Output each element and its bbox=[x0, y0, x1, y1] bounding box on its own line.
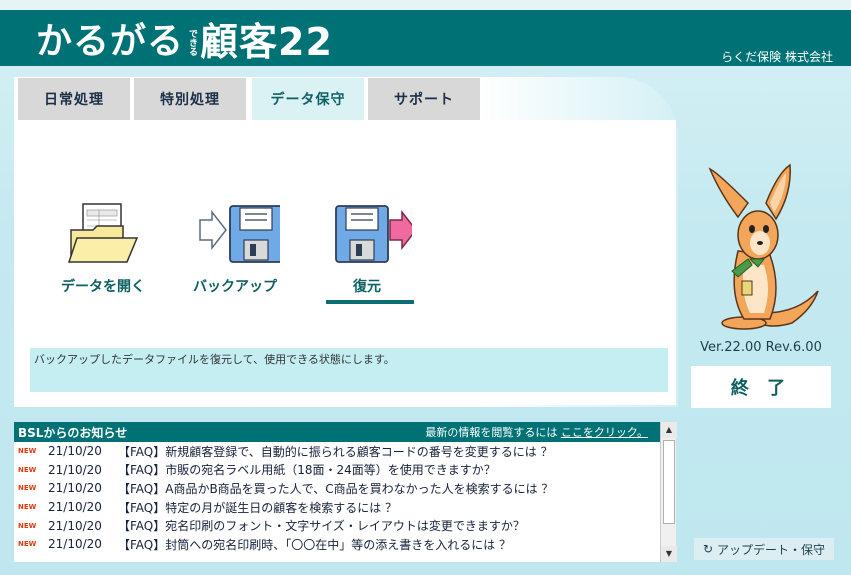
news-more-link[interactable]: ここをクリック。 bbox=[561, 426, 648, 439]
tab-data-maintenance[interactable]: データ保守 bbox=[252, 78, 366, 120]
restore-button[interactable]: 復元 bbox=[312, 200, 422, 310]
news-item-title: 【FAQ】封筒への宛名印刷時、「〇〇在中」等の添え書きを入れるには ？ bbox=[118, 537, 512, 552]
company-name: らくだ保険 株式会社 bbox=[721, 50, 833, 64]
new-badge: NEW bbox=[18, 447, 37, 456]
news-item-title: 【FAQ】市販の宛名ラベル用紙（18面・24面等）を使用できますか？ bbox=[118, 463, 496, 478]
news-item-title: 【FAQ】特定の月が誕生日の顧客を検索するには ？ bbox=[118, 500, 398, 515]
news-link-prefix: 最新の情報を閲覧するには bbox=[425, 426, 558, 439]
update-label: アップデート・保守 bbox=[717, 542, 826, 557]
app-logo: かるがる できる 顧客22 bbox=[36, 20, 333, 64]
kangaroo-mascot-icon bbox=[708, 163, 819, 330]
version-text: Ver.22.00 Rev.6.00 bbox=[700, 340, 822, 355]
backup-label: バックアップ bbox=[193, 279, 277, 295]
new-badge: NEW bbox=[18, 521, 37, 530]
new-badge: NEW bbox=[18, 465, 37, 474]
backup-disk-icon bbox=[199, 205, 280, 263]
news-header: BSLからのお知らせ 最新の情報を閲覧するには ここをクリック。 bbox=[14, 422, 660, 442]
news-date: 21/10/20 bbox=[48, 537, 102, 552]
backup-button[interactable]: バックアップ bbox=[180, 200, 290, 310]
restore-label: 復元 bbox=[353, 279, 381, 295]
new-badge: NEW bbox=[18, 540, 37, 549]
logo-kana: かるがる bbox=[36, 21, 185, 62]
tab-special[interactable]: 特別処理 bbox=[134, 78, 248, 120]
tab-support[interactable]: サポート bbox=[368, 78, 482, 120]
new-badge: NEW bbox=[18, 503, 37, 512]
news-item-title: 【FAQ】新規顧客登録で、自動的に振られる顧客コードの番号を変更するには ？ bbox=[118, 444, 553, 459]
news-date: 21/10/20 bbox=[48, 444, 102, 459]
scroll-down-icon[interactable]: ▼ bbox=[661, 546, 677, 562]
open-data-label: データを開く bbox=[61, 279, 145, 295]
news-date: 21/10/20 bbox=[48, 481, 102, 496]
open-data-button[interactable]: データを開く bbox=[48, 200, 158, 310]
restore-selected-indicator bbox=[326, 300, 414, 304]
news-item[interactable]: NEW 21/10/20 【FAQ】A商品かB商品を買った人で、C商品を買わなか… bbox=[14, 479, 660, 498]
news-item[interactable]: NEW 21/10/20 【FAQ】封筒への宛名印刷時、「〇〇在中」等の添え書き… bbox=[14, 535, 660, 554]
news-date: 21/10/20 bbox=[48, 462, 102, 477]
news-date: 21/10/20 bbox=[48, 500, 102, 515]
news-item[interactable]: NEW 21/10/20 【FAQ】宛名印刷のフォント・文字サイズ・レイアウトは… bbox=[14, 516, 660, 535]
logo-dekiru: できる bbox=[187, 28, 198, 56]
app-header: かるがる できる 顧客22 らくだ保険 株式会社 bbox=[0, 10, 851, 66]
news-date: 21/10/20 bbox=[48, 518, 102, 533]
refresh-icon: ↻ bbox=[702, 542, 714, 556]
new-badge: NEW bbox=[18, 484, 37, 493]
exit-button[interactable]: 終 了 bbox=[691, 366, 831, 408]
news-scrollbar[interactable]: ▲ ▼ bbox=[660, 422, 677, 562]
function-description: バックアップしたデータファイルを復元して、使用できる状態にします。 bbox=[30, 348, 668, 392]
news-item[interactable]: NEW 21/10/20 【FAQ】新規顧客登録で、自動的に振られる顧客コードの… bbox=[14, 442, 660, 461]
news-item[interactable]: NEW 21/10/20 【FAQ】市販の宛名ラベル用紙（18面・24面等）を使… bbox=[14, 461, 660, 480]
restore-disk-icon bbox=[335, 205, 412, 263]
update-maintenance-button[interactable]: ↻ アップデート・保守 bbox=[694, 538, 834, 560]
scroll-up-icon[interactable]: ▲ bbox=[661, 422, 677, 438]
news-item[interactable]: NEW 21/10/20 【FAQ】特定の月が誕生日の顧客を検索するには ？ bbox=[14, 498, 660, 517]
open-folder-icon bbox=[67, 203, 139, 263]
news-link-wrap: 最新の情報を閲覧するには ここをクリック。 bbox=[425, 424, 648, 440]
news-item-title: 【FAQ】A商品かB商品を買った人で、C商品を買わなかった人を検索するには ？ bbox=[118, 481, 554, 496]
scroll-thumb[interactable] bbox=[663, 440, 675, 524]
news-title: BSLからのお知らせ bbox=[18, 425, 128, 440]
tab-daily[interactable]: 日常処理 bbox=[18, 78, 132, 120]
logo-kanji: 顧客22 bbox=[200, 20, 333, 64]
news-list: NEW 21/10/20 【FAQ】新規顧客登録で、自動的に振られる顧客コードの… bbox=[14, 442, 660, 562]
top-strip bbox=[0, 0, 851, 10]
news-item-title: 【FAQ】宛名印刷のフォント・文字サイズ・レイアウトは変更できますか？ bbox=[118, 519, 525, 534]
